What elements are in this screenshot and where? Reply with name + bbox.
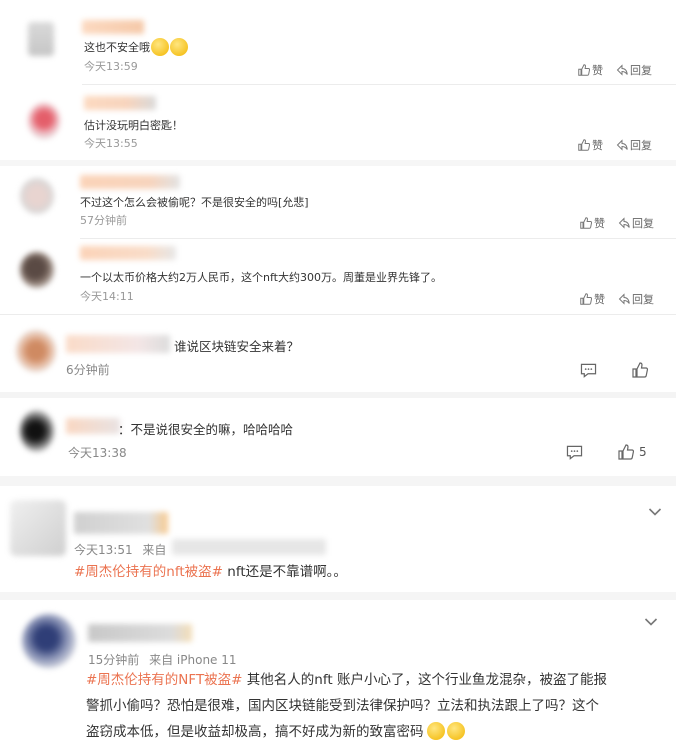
comment-text: 这也不安全哦 [84, 38, 188, 56]
comment-text: 谁说区块链安全来着？ [174, 339, 300, 354]
comment-text: 不过这个怎么会被偷呢？不是很安全的吗[允悲] [80, 196, 309, 209]
avatar[interactable] [16, 330, 56, 372]
source-device-blurred [172, 539, 326, 555]
like-label: 赞 [592, 139, 603, 152]
post-meta: 今天13:51 来自 [74, 541, 166, 558]
reply-button[interactable]: 回复 [618, 291, 654, 307]
chevron-down-icon [648, 508, 662, 516]
crying-emoji-icon [446, 722, 465, 740]
thumbs-up-icon [580, 293, 592, 305]
username-blurred[interactable] [66, 418, 120, 434]
username-blurred[interactable] [66, 335, 170, 353]
like-button[interactable] [632, 362, 649, 382]
post-source: 来自 iPhone 11 [149, 653, 237, 667]
like-button[interactable]: 赞 [580, 215, 605, 231]
comment-time: 今天13:55 [84, 137, 138, 150]
username-blurred[interactable] [84, 96, 156, 110]
reply-label: 回复 [632, 293, 654, 306]
chevron-down-icon [644, 618, 658, 626]
post-text: #周杰伦持有的nft被盗# nft还是不靠谱啊。。 [74, 564, 347, 580]
expand-menu-button[interactable] [648, 502, 662, 521]
comment-text: 估计没玩明白密匙！ [84, 119, 183, 132]
comment-icon [566, 445, 583, 460]
thumbs-up-icon [632, 362, 649, 378]
post-text: #周杰伦持有的NFT被盗# 其他名人的nft 账户小心了，这个行业鱼龙混杂，被盗… [86, 672, 607, 740]
reply-button[interactable]: 回复 [616, 62, 652, 78]
avatar[interactable] [20, 410, 54, 452]
section-band [0, 160, 676, 166]
reply-button[interactable]: 回复 [616, 137, 652, 153]
divider [80, 238, 676, 239]
reply-icon [616, 139, 628, 151]
comment-icon [580, 363, 597, 378]
divider [0, 314, 676, 315]
divider [82, 84, 676, 85]
username-blurred[interactable] [80, 246, 176, 260]
reply-button[interactable]: 回复 [618, 215, 654, 231]
comment-time: 6分钟前 [66, 363, 110, 377]
crying-emoji-icon [426, 722, 445, 740]
reply-label: 回复 [630, 139, 652, 152]
comment-button[interactable] [566, 445, 583, 464]
like-label: 赞 [594, 293, 605, 306]
section-band [0, 392, 676, 398]
like-button[interactable]: 赞 [580, 291, 605, 307]
like-button[interactable]: 赞 [578, 137, 603, 153]
reply-label: 回复 [630, 64, 652, 77]
expand-menu-button[interactable] [644, 612, 658, 631]
comment-text: 一个以太币价格大约2万人民币，这个nft大约300万。周董是业界先锋了。 [80, 271, 442, 284]
section-band [0, 476, 676, 486]
comment-time: 57分钟前 [80, 214, 127, 227]
like-button[interactable]: 赞 [578, 62, 603, 78]
avatar[interactable] [22, 614, 76, 668]
thumbs-up-icon [578, 64, 590, 76]
avatar[interactable] [20, 178, 54, 214]
comment-text: ：不是说很安全的嘛，哈哈哈哈 [118, 422, 294, 437]
like-count: 5 [639, 445, 647, 459]
reply-icon [618, 293, 630, 305]
username-blurred[interactable] [82, 20, 144, 34]
avatar[interactable] [28, 103, 60, 139]
thumbs-up-icon [618, 444, 634, 460]
like-label: 赞 [592, 64, 603, 77]
avatar[interactable] [28, 22, 54, 56]
reply-icon [616, 64, 628, 76]
thumbs-up-icon [580, 217, 592, 229]
username-blurred[interactable] [80, 175, 180, 189]
comment-time: 今天14:11 [80, 290, 134, 303]
post-meta: 15分钟前 来自 iPhone 11 [88, 651, 237, 668]
username-blurred[interactable] [74, 512, 168, 534]
post-time: 今天13:51 [74, 543, 133, 557]
smiley-emoji-icon [170, 38, 188, 56]
comment-time: 今天13:38 [68, 446, 127, 460]
section-band [0, 592, 676, 600]
post-source: 来自 [142, 543, 167, 557]
smiley-emoji-icon [151, 38, 169, 56]
reply-icon [618, 217, 630, 229]
username-blurred[interactable] [88, 624, 192, 642]
comment-time: 今天13:59 [84, 60, 138, 73]
topic-link[interactable]: #周杰伦持有的NFT被盗# [86, 672, 243, 688]
comment-button[interactable] [580, 363, 597, 382]
like-label: 赞 [594, 217, 605, 230]
topic-link[interactable]: #周杰伦持有的nft被盗# [74, 564, 223, 580]
avatar[interactable] [10, 500, 66, 556]
post-time: 15分钟前 [88, 653, 140, 667]
like-button[interactable]: 5 [618, 444, 647, 460]
avatar[interactable] [20, 252, 54, 288]
reply-label: 回复 [632, 217, 654, 230]
thumbs-up-icon [578, 139, 590, 151]
